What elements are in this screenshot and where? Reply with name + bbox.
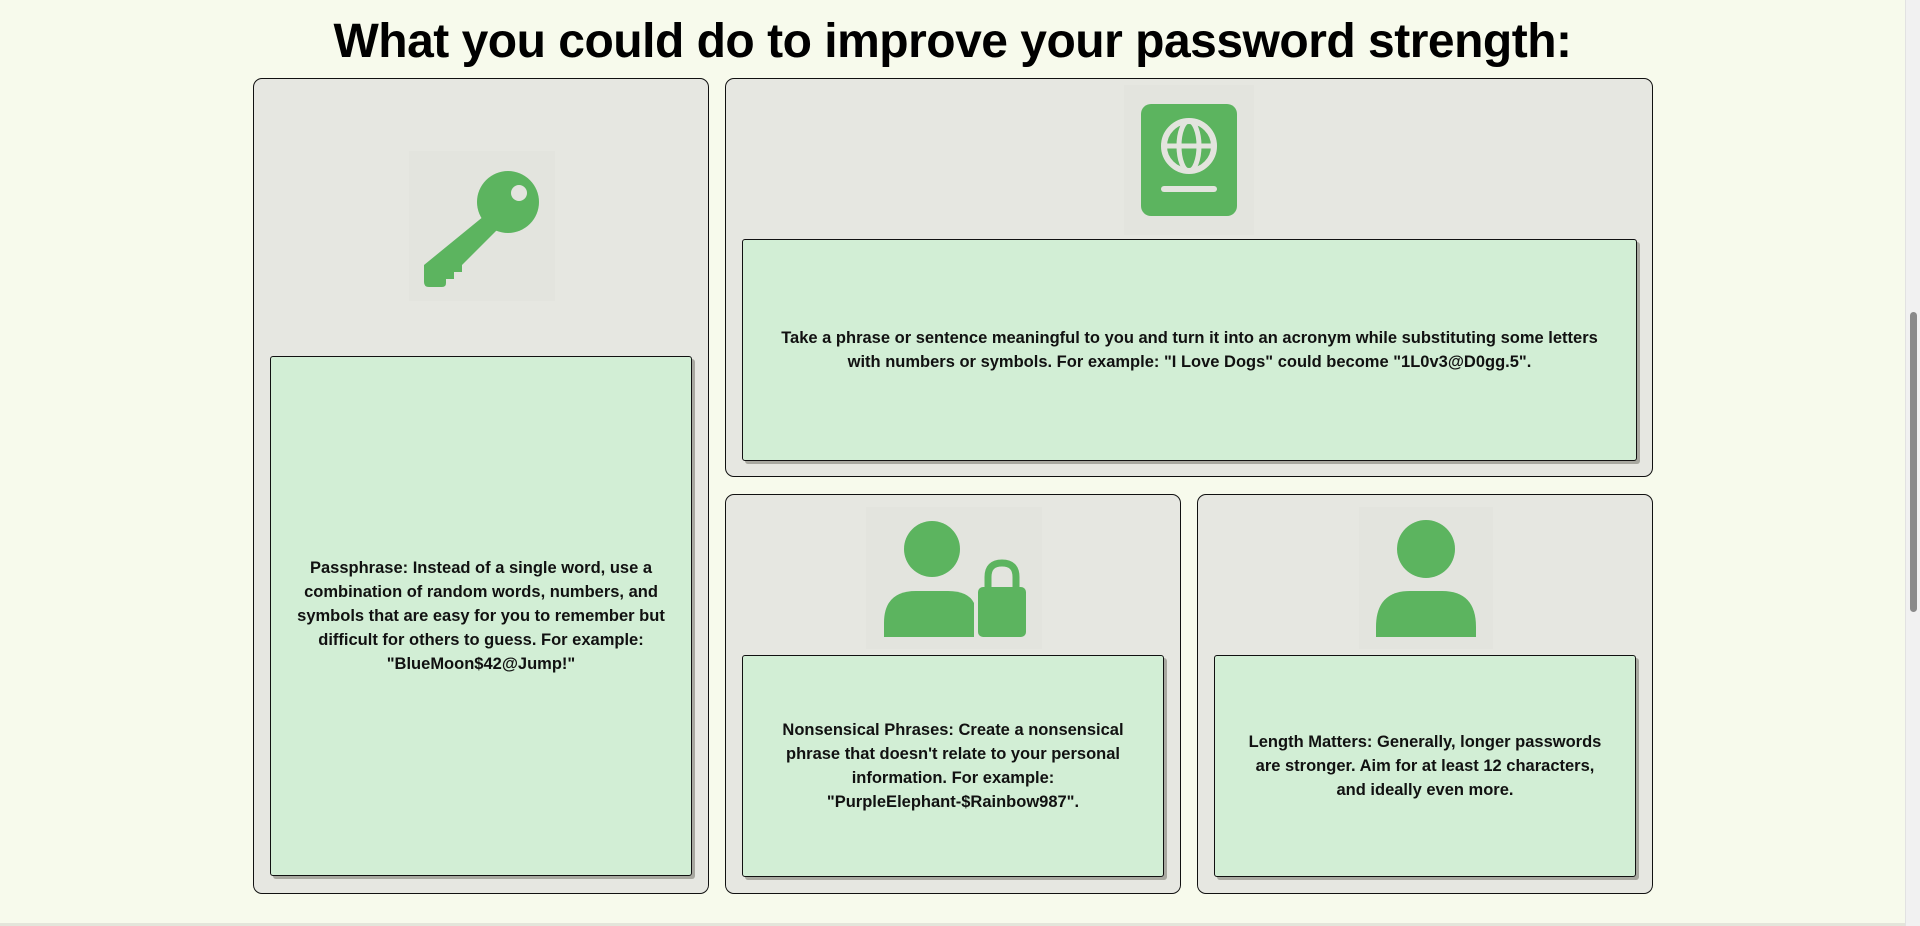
card-length: Length Matters: Generally, longer passwo… <box>1197 494 1653 894</box>
nonsensical-tip: Nonsensical Phrases: Create a nonsensica… <box>742 655 1164 877</box>
person-lock-icon <box>866 507 1042 649</box>
length-tip-text: Length Matters: Generally, longer passwo… <box>1248 733 1602 799</box>
card-acronym: Take a phrase or sentence meaningful to … <box>725 78 1653 477</box>
length-tip: Length Matters: Generally, longer passwo… <box>1214 655 1636 877</box>
acronym-tip-text: Take a phrase or sentence meaningful to … <box>781 329 1598 371</box>
passport-icon <box>1124 85 1254 235</box>
passphrase-tip-text: Passphrase: Instead of a single word, us… <box>297 559 665 673</box>
passphrase-tip: Passphrase: Instead of a single word, us… <box>270 356 692 876</box>
key-icon <box>409 151 555 301</box>
page-title: What you could do to improve your passwo… <box>333 15 1572 68</box>
vertical-scrollbar[interactable] <box>1905 0 1920 926</box>
nonsensical-tip-text: Nonsensical Phrases: Create a nonsensica… <box>782 721 1124 811</box>
page: What you could do to improve your passwo… <box>0 0 1920 926</box>
person-icon <box>1359 507 1493 649</box>
card-nonsensical: Nonsensical Phrases: Create a nonsensica… <box>725 494 1181 894</box>
acronym-tip: Take a phrase or sentence meaningful to … <box>742 239 1637 461</box>
scrollbar-thumb[interactable] <box>1910 312 1917 612</box>
card-passphrase: Passphrase: Instead of a single word, us… <box>253 78 709 894</box>
